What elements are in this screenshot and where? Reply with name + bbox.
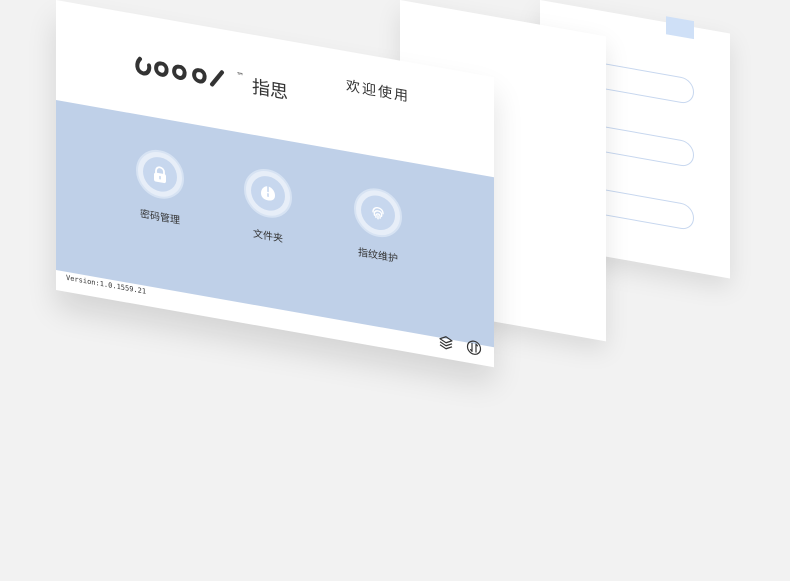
mouse-icon [251,173,285,214]
feature-icon-ring [244,165,292,222]
lock-icon [143,154,177,195]
sync-icon[interactable] [466,338,482,357]
app-title: 指思 [252,76,288,104]
feature-icon-ring [136,146,184,203]
feature-icon-ring [354,184,402,242]
layers-icon[interactable] [438,333,454,352]
color-swatch [666,16,694,40]
trademark-symbol: ™ [236,70,244,81]
app-logo: ™ 指思 [134,52,288,105]
fingerprint-icon [361,192,395,233]
logo-mark [134,53,232,94]
welcome-text: 欢迎使用 [346,78,410,106]
window-stack: ™ 指思 欢迎使用 密码管理 文件夹 指纹维护 Version:1.0.1559… [0,0,790,581]
